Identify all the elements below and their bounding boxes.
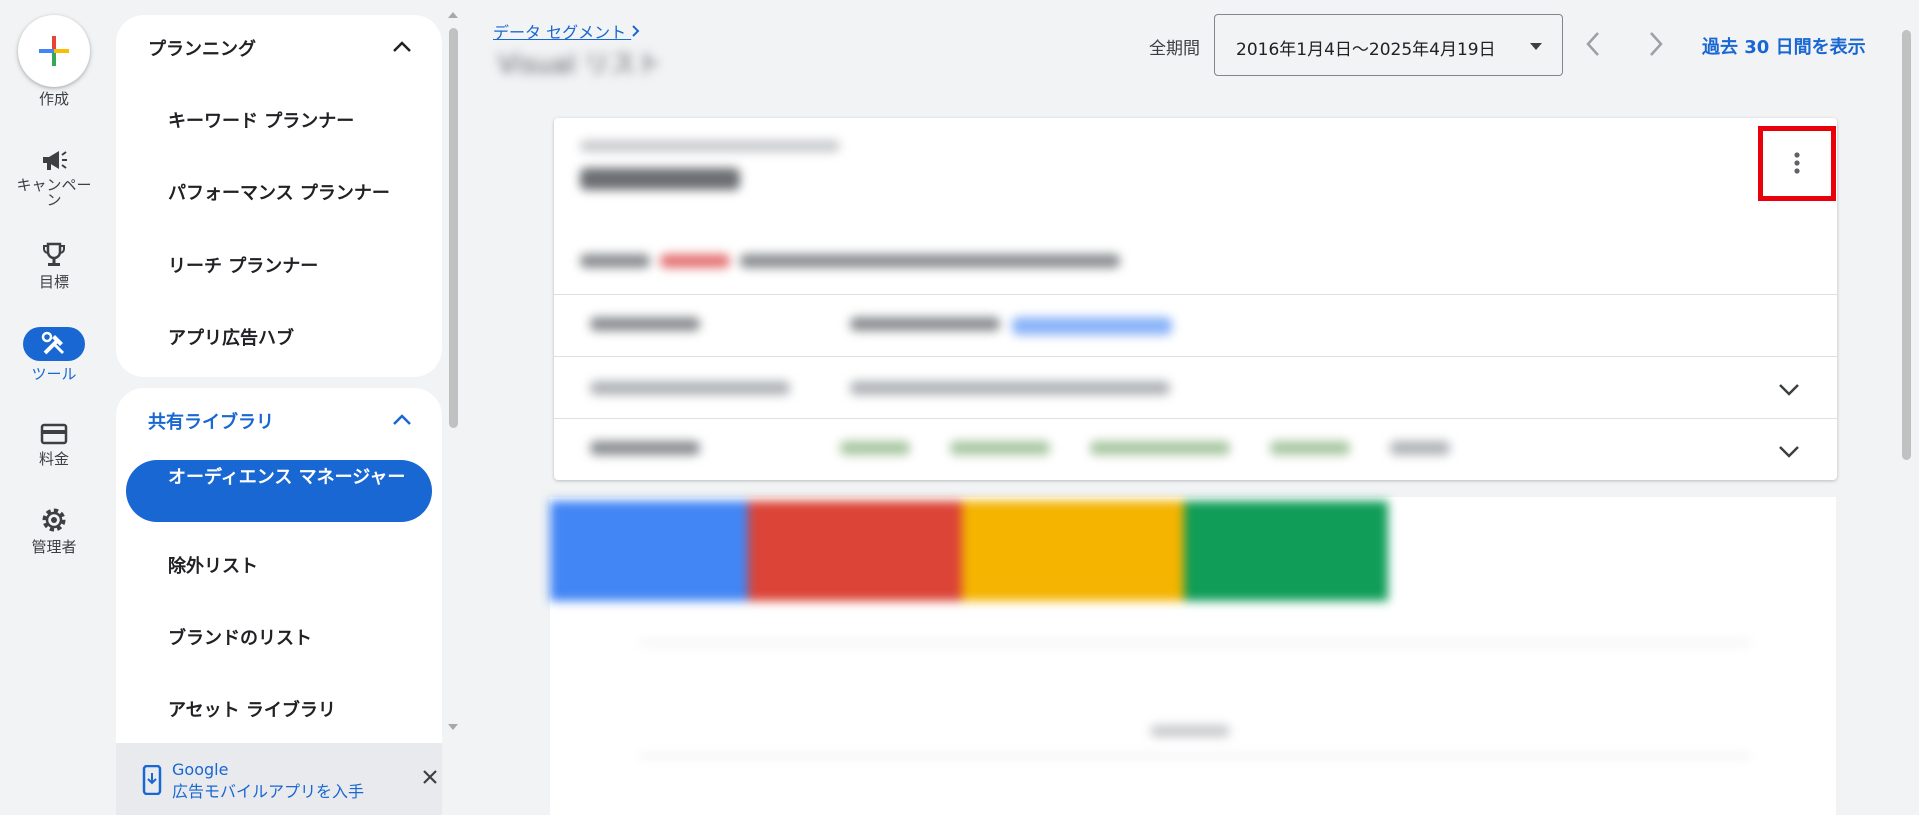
tools-nav-panel: プランニング キーワード プランナー パフォーマンス プランナー リーチ プラン… (116, 0, 442, 815)
nav-item-exclusion-lists[interactable]: 除外リスト (168, 552, 258, 578)
rail-item-tools[interactable]: ツール (0, 327, 108, 382)
page-scrollbar[interactable] (1899, 10, 1913, 810)
card-blurred-description (580, 254, 1120, 268)
nav-item-performance-planner[interactable]: パフォーマンス プランナー (168, 179, 390, 205)
dropdown-arrow-icon (1530, 43, 1542, 50)
page-title: Visual リスト (498, 50, 662, 80)
create-button[interactable] (18, 15, 90, 87)
chevron-right-icon[interactable] (1648, 31, 1664, 57)
stat-tile-red (748, 501, 962, 601)
nav-item-app-ads-hub[interactable]: アプリ広告ハブ (168, 324, 294, 350)
chevron-up-icon[interactable] (392, 412, 412, 426)
rail-item-campaigns[interactable]: キャンペーン (0, 148, 108, 208)
stat-tile-yellow (962, 501, 1184, 601)
planning-heading[interactable]: プランニング (148, 35, 256, 61)
promo-line1: Google (172, 760, 229, 779)
nav-item-audience-manager[interactable]: オーディエンス マネージャー (126, 460, 432, 522)
rail-item-admin[interactable]: 管理者 (0, 506, 108, 555)
create-text: 作成 (38, 90, 69, 108)
phone-download-icon (142, 765, 162, 795)
chevron-up-icon[interactable] (392, 39, 412, 53)
row-blurred-content (590, 381, 1170, 395)
chevron-left-icon[interactable] (1585, 31, 1601, 57)
nav-item-reach-planner[interactable]: リーチ プランナー (168, 252, 318, 278)
nav-item-keyword-planner[interactable]: キーワード プランナー (168, 107, 354, 133)
stat-tiles (550, 501, 1388, 601)
scroll-up-arrow-icon[interactable] (446, 10, 460, 20)
nav-item-brand-lists[interactable]: ブランドのリスト (168, 624, 312, 650)
breadcrumb[interactable]: データ セグメント (493, 19, 641, 43)
chart-gridline (640, 755, 1750, 757)
chevron-right-icon (632, 25, 640, 37)
row-blurred-content (590, 441, 1450, 455)
promo-line2: 広告モバイルアプリを入手 (172, 782, 365, 801)
date-range-select[interactable]: 2016年1月4日〜2025年4月19日 (1214, 14, 1563, 76)
chevron-down-icon[interactable] (1778, 383, 1800, 397)
date-range-value: 2016年1月4日〜2025年4月19日 (1236, 40, 1496, 60)
card-row-type (554, 294, 1837, 356)
nav-item-asset-library[interactable]: アセット ライブラリ (168, 696, 336, 722)
card-row-expandable-2[interactable] (554, 418, 1837, 480)
rail-label-goals: 目標 (38, 273, 69, 291)
audience-stats-area (550, 497, 1836, 815)
nav-scrollbar[interactable] (446, 10, 460, 735)
close-icon[interactable] (422, 769, 438, 785)
rail-label-campaigns: キャンペーン (16, 176, 92, 209)
card-row-expandable-1[interactable] (554, 356, 1837, 418)
rail-label-billing: 料金 (38, 450, 69, 468)
date-range-label: 全期間 (1149, 39, 1200, 59)
trophy-icon (43, 242, 65, 266)
create-label: 作成 (0, 92, 108, 107)
chart-gridline (640, 642, 1750, 644)
rail-label-admin: 管理者 (31, 538, 77, 556)
rail-label-tools: ツール (31, 365, 77, 383)
show-last-30-days-link[interactable]: 過去 30 日間を表示 (1702, 33, 1866, 59)
segment-details-card (554, 118, 1837, 480)
tools-active-pill (23, 327, 85, 361)
nav-scroll-thumb[interactable] (449, 28, 458, 428)
more-vert-icon[interactable] (1787, 151, 1807, 177)
stat-tile-blue (550, 501, 748, 601)
breadcrumb-link[interactable]: データ セグメント (493, 23, 626, 42)
promo-text[interactable]: Google 広告モバイルアプリを入手 (172, 759, 364, 803)
left-rail: 作成 キャンペーン 目標 ツール 料金 管理者 (0, 0, 108, 815)
planning-section: プランニング キーワード プランナー パフォーマンス プランナー リーチ プラン… (116, 15, 442, 377)
rail-item-goals[interactable]: 目標 (0, 241, 108, 290)
credit-card-icon (40, 423, 68, 445)
shared-library-heading[interactable]: 共有ライブラリ (148, 408, 274, 434)
shared-library-section: 共有ライブラリ オーディエンス マネージャー 除外リスト ブランドのリスト アセ… (116, 388, 442, 743)
scroll-down-arrow-icon[interactable] (446, 722, 460, 732)
rail-item-billing[interactable]: 料金 (0, 422, 108, 467)
page-scroll-thumb[interactable] (1902, 30, 1911, 460)
stat-tile-green (1184, 501, 1388, 601)
plus-icon (39, 36, 69, 66)
megaphone-icon (43, 151, 67, 170)
card-blurred-header (580, 140, 840, 190)
row-blurred-content (590, 317, 1172, 335)
chevron-down-icon[interactable] (1778, 445, 1800, 459)
mobile-app-promo: Google 広告モバイルアプリを入手 (116, 743, 442, 815)
tools-icon (41, 331, 65, 355)
gear-icon (42, 508, 66, 532)
chart-empty-text (1150, 725, 1230, 737)
